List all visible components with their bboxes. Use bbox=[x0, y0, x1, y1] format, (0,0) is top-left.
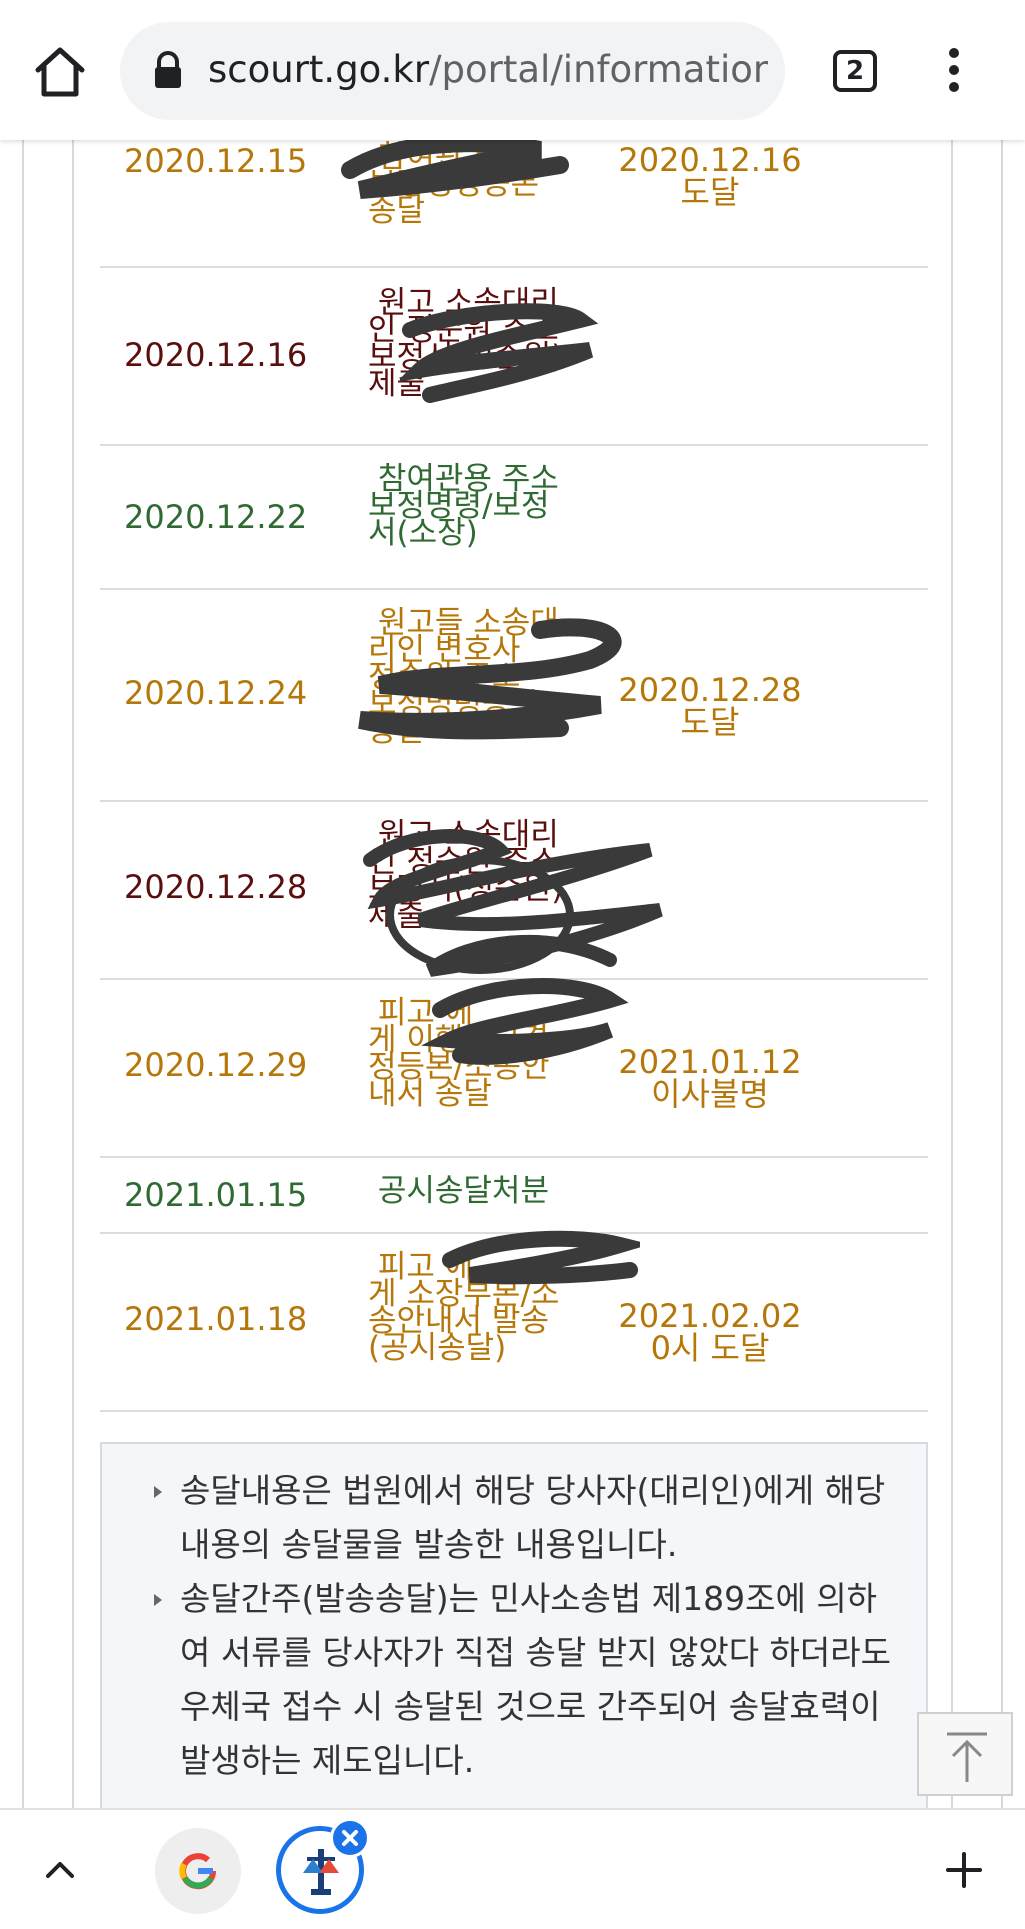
row-date: 2020.12.28 bbox=[124, 868, 308, 906]
table-row: 2020.12.15 참여관 주소 보정명령등본 송달 2020.12.16 도… bbox=[100, 140, 928, 268]
row-result: 2021.02.02 0시 도달 bbox=[618, 1297, 802, 1367]
notice-text: 송달내용은 법원에서 해당 당사자(대리인)에게 해당 내용의 송달물을 발송한… bbox=[180, 1471, 886, 1564]
row-content: 원고 소송대리 인 정순원 주소 보정서(정순원) 제출 bbox=[368, 285, 564, 402]
chevron-up-icon[interactable] bbox=[40, 1854, 80, 1884]
row-date: 2021.01.18 bbox=[124, 1300, 308, 1338]
row-result: 2021.01.12 이사불명 bbox=[618, 1043, 802, 1113]
scroll-to-top-button[interactable] bbox=[917, 1712, 1013, 1796]
row-content: 원고들 소송대 리인 변호사 정순원 주소 보정명령등본 송달 bbox=[368, 605, 559, 749]
row-content: 참여관용 주소 보정명령/보정 서(소장) bbox=[368, 461, 559, 551]
row-content: 공시송달처분 bbox=[368, 1173, 549, 1209]
row-content: 참여관 주소 보정명령등본 송달 bbox=[368, 140, 540, 229]
plus-icon[interactable] bbox=[944, 1850, 984, 1890]
url-domain: scourt.go.kr bbox=[208, 48, 430, 91]
table-row: 2020.12.29 피고 에 게 이행권고결 정등본/소송안 내서 송달 20… bbox=[100, 980, 928, 1158]
tab-switcher-button[interactable]: 2 bbox=[833, 50, 877, 92]
row-date: 2020.12.29 bbox=[124, 1046, 308, 1084]
row-content: 피고 에 게 이행권고결 정등본/소송안 내서 송달 bbox=[368, 995, 550, 1112]
table-row: 2021.01.15 공시송달처분 bbox=[100, 1158, 928, 1234]
address-bar[interactable]: scourt.go.kr/portal/information bbox=[120, 22, 785, 120]
url-path: /portal/information bbox=[429, 48, 768, 91]
row-date: 2020.12.15 bbox=[124, 142, 308, 180]
row-content: 피고 에 게 소장부본/소 송안내서 발송 (공시송달) bbox=[368, 1249, 560, 1366]
row-date: 2020.12.22 bbox=[124, 498, 308, 536]
google-icon bbox=[179, 1853, 217, 1890]
table-row: 2020.12.16 원고 소송대리 인 정순원 주소 보정서(정순원) 제출 bbox=[100, 268, 928, 446]
bottom-tab-bar bbox=[0, 1808, 1025, 1929]
table-row: 2021.01.18 피고 에 게 소장부본/소 송안내서 발송 (공시송달) … bbox=[100, 1234, 928, 1412]
lock-icon bbox=[152, 50, 184, 90]
close-tab-button[interactable] bbox=[330, 1818, 370, 1858]
notice-text: 송달간주(발송송달)는 민사소송법 제189조에 의하여 서류를 당사자가 직접… bbox=[180, 1579, 891, 1780]
table-row: 2020.12.28 원고 소송대리 인 정순원 주소 보정서(정순원) 제출 bbox=[100, 802, 928, 980]
row-date: 2021.01.15 bbox=[124, 1176, 308, 1214]
bullet-icon bbox=[154, 1486, 162, 1498]
row-content: 원고 소송대리 인 정순원 주소 보정서(정순원) 제출 bbox=[368, 817, 564, 934]
row-result: 2020.12.16 도달 bbox=[618, 141, 802, 211]
more-vert-icon[interactable] bbox=[940, 46, 968, 96]
table-row: 2020.12.22 참여관용 주소 보정명령/보정 서(소장) bbox=[100, 446, 928, 590]
google-tab[interactable] bbox=[155, 1828, 241, 1914]
row-result: 2020.12.28 도달 bbox=[618, 671, 802, 741]
row-date: 2020.12.16 bbox=[124, 336, 308, 374]
home-icon[interactable] bbox=[30, 44, 90, 100]
notice-box: 송달내용은 법원에서 해당 당사자(대리인)에게 해당 내용의 송달물을 발송한… bbox=[100, 1442, 928, 1808]
bullet-icon bbox=[154, 1594, 162, 1606]
page-content: 2020.12.15 참여관 주소 보정명령등본 송달 2020.12.16 도… bbox=[0, 140, 1025, 1808]
arrow-up-icon bbox=[947, 1732, 987, 1782]
close-icon bbox=[342, 1830, 358, 1846]
browser-toolbar: scourt.go.kr/portal/information 2 bbox=[0, 0, 1025, 140]
row-date: 2020.12.24 bbox=[124, 674, 308, 712]
table-row: 2020.12.24 원고들 소송대 리인 변호사 정순원 주소 보정명령등본 … bbox=[100, 590, 928, 802]
url-text[interactable]: scourt.go.kr/portal/information bbox=[208, 48, 768, 91]
